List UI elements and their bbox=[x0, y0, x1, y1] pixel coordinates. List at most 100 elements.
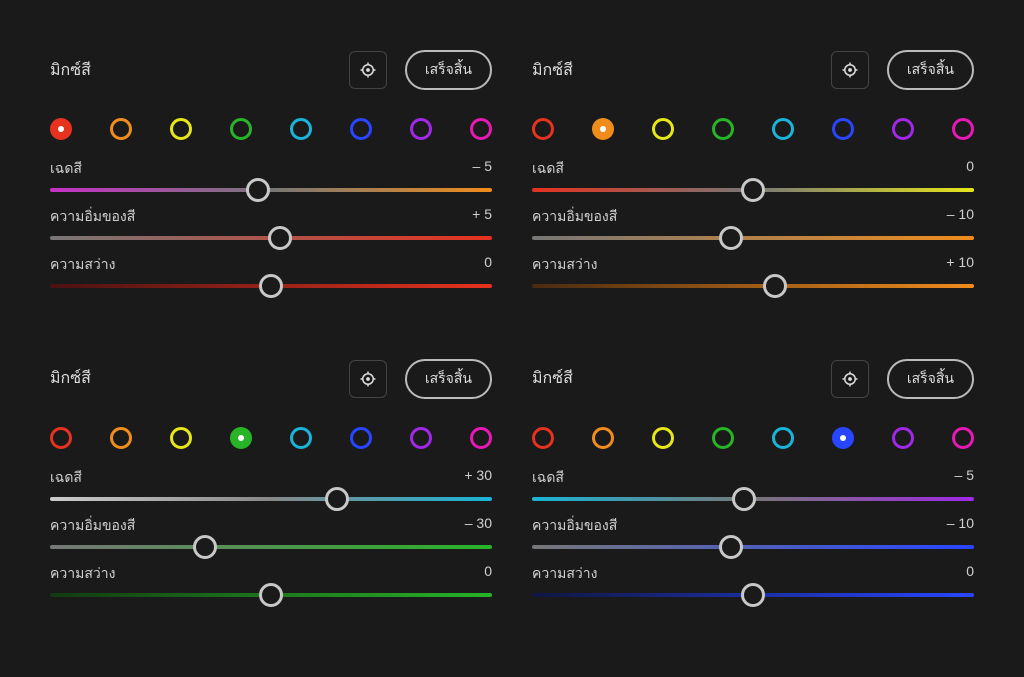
slider-value[interactable]: 0 bbox=[484, 254, 492, 276]
slider-label-row: เฉดสี0 bbox=[532, 158, 974, 180]
slider-thumb[interactable] bbox=[325, 487, 349, 511]
color-swatch[interactable] bbox=[170, 427, 192, 449]
color-swatch[interactable] bbox=[532, 118, 554, 140]
color-mixer-panel: มิกซ์สีเสร็จสิ้นเฉดสี– 5ความอิ่มของสี– 1… bbox=[512, 339, 994, 648]
slider-value[interactable]: + 30 bbox=[464, 467, 492, 489]
done-button[interactable]: เสร็จสิ้น bbox=[405, 50, 492, 90]
slider-value[interactable]: – 5 bbox=[955, 467, 974, 489]
slider-track-lum[interactable] bbox=[532, 593, 974, 597]
slider-value[interactable]: – 5 bbox=[473, 158, 492, 180]
panel-title: มิกซ์สี bbox=[532, 366, 573, 391]
color-swatch[interactable] bbox=[952, 118, 974, 140]
color-swatch[interactable] bbox=[952, 427, 974, 449]
slider-track-hue[interactable] bbox=[50, 188, 492, 192]
slider-thumb[interactable] bbox=[259, 274, 283, 298]
color-swatch[interactable] bbox=[772, 427, 794, 449]
slider-track-lum[interactable] bbox=[50, 593, 492, 597]
slider-thumb[interactable] bbox=[259, 583, 283, 607]
slider-thumb[interactable] bbox=[763, 274, 787, 298]
targeted-adjustment-button[interactable] bbox=[349, 51, 387, 89]
done-button[interactable]: เสร็จสิ้น bbox=[887, 359, 974, 399]
color-swatch[interactable] bbox=[290, 427, 312, 449]
slider-value[interactable]: + 10 bbox=[946, 254, 974, 276]
slider-label: ความสว่าง bbox=[50, 254, 115, 276]
slider-track-lum[interactable] bbox=[50, 284, 492, 288]
color-swatch[interactable] bbox=[230, 427, 252, 449]
color-swatch[interactable] bbox=[532, 427, 554, 449]
slider-row-sat: ความอิ่มของสี + 5 bbox=[50, 206, 492, 240]
slider-thumb[interactable] bbox=[268, 226, 292, 250]
targeted-adjustment-button[interactable] bbox=[831, 51, 869, 89]
color-swatch[interactable] bbox=[350, 118, 372, 140]
targeted-adjustment-button[interactable] bbox=[349, 360, 387, 398]
color-swatch[interactable] bbox=[110, 427, 132, 449]
slider-label: ความสว่าง bbox=[532, 563, 597, 585]
slider-label: ความอิ่มของสี bbox=[532, 206, 617, 228]
color-swatch[interactable] bbox=[592, 427, 614, 449]
slider-label: เฉดสี bbox=[50, 158, 82, 180]
color-swatch[interactable] bbox=[892, 118, 914, 140]
color-swatch[interactable] bbox=[170, 118, 192, 140]
slider-label: ความสว่าง bbox=[50, 563, 115, 585]
color-swatch[interactable] bbox=[712, 427, 734, 449]
slider-track-hue[interactable] bbox=[50, 497, 492, 501]
slider-value[interactable]: – 30 bbox=[465, 515, 492, 537]
slider-label: ความอิ่มของสี bbox=[50, 206, 135, 228]
slider-row-lum: ความสว่าง 0 bbox=[532, 563, 974, 597]
color-swatch[interactable] bbox=[712, 118, 734, 140]
slider-value[interactable]: + 5 bbox=[472, 206, 492, 228]
color-swatch[interactable] bbox=[470, 118, 492, 140]
color-swatch[interactable] bbox=[652, 118, 674, 140]
slider-track-hue[interactable] bbox=[532, 497, 974, 501]
slider-track-sat[interactable] bbox=[532, 236, 974, 240]
slider-value[interactable]: – 10 bbox=[947, 515, 974, 537]
slider-label-row: เฉดสี – 5 bbox=[50, 158, 492, 180]
color-swatch[interactable] bbox=[350, 427, 372, 449]
color-swatch[interactable] bbox=[50, 118, 72, 140]
color-swatch[interactable] bbox=[410, 118, 432, 140]
slider-thumb[interactable] bbox=[741, 178, 765, 202]
slider-label-row: เฉดสี+ 30 bbox=[50, 467, 492, 489]
color-swatch[interactable] bbox=[410, 427, 432, 449]
slider-value[interactable]: 0 bbox=[484, 563, 492, 585]
slider-thumb[interactable] bbox=[193, 535, 217, 559]
color-swatch[interactable] bbox=[772, 118, 794, 140]
slider-thumb[interactable] bbox=[246, 178, 270, 202]
slider-value[interactable]: 0 bbox=[966, 563, 974, 585]
targeted-adjustment-button[interactable] bbox=[831, 360, 869, 398]
target-icon bbox=[841, 370, 859, 388]
color-swatch[interactable] bbox=[652, 427, 674, 449]
slider-thumb[interactable] bbox=[719, 535, 743, 559]
slider-track-sat[interactable] bbox=[50, 236, 492, 240]
color-swatch[interactable] bbox=[832, 427, 854, 449]
color-swatch[interactable] bbox=[290, 118, 312, 140]
header-right: เสร็จสิ้น bbox=[831, 50, 974, 90]
target-icon bbox=[841, 61, 859, 79]
color-swatch[interactable] bbox=[832, 118, 854, 140]
slider-thumb[interactable] bbox=[719, 226, 743, 250]
color-swatch[interactable] bbox=[230, 118, 252, 140]
slider-track-lum[interactable] bbox=[532, 284, 974, 288]
slider-thumb[interactable] bbox=[732, 487, 756, 511]
slider-track-sat[interactable] bbox=[532, 545, 974, 549]
slider-row-sat: ความอิ่มของสี – 10 bbox=[532, 206, 974, 240]
slider-thumb[interactable] bbox=[741, 583, 765, 607]
color-swatch[interactable] bbox=[50, 427, 72, 449]
slider-label-row: ความอิ่มของสี – 10 bbox=[532, 206, 974, 228]
color-swatch[interactable] bbox=[592, 118, 614, 140]
slider-track-hue[interactable] bbox=[532, 188, 974, 192]
slider-row-lum: ความสว่าง 0 bbox=[50, 254, 492, 288]
color-swatch[interactable] bbox=[470, 427, 492, 449]
slider-value[interactable]: 0 bbox=[966, 158, 974, 180]
slider-label: ความอิ่มของสี bbox=[532, 515, 617, 537]
color-swatch[interactable] bbox=[110, 118, 132, 140]
slider-row-lum: ความสว่าง+ 10 bbox=[532, 254, 974, 288]
done-button[interactable]: เสร็จสิ้น bbox=[405, 359, 492, 399]
color-mixer-panel: มิกซ์สีเสร็จสิ้นเฉดสี– 5ความอิ่มของสี+ 5… bbox=[30, 30, 512, 339]
slider-track-sat[interactable] bbox=[50, 545, 492, 549]
slider-row-sat: ความอิ่มของสี – 10 bbox=[532, 515, 974, 549]
slider-row-hue: เฉดสี0 bbox=[532, 158, 974, 192]
slider-value[interactable]: – 10 bbox=[947, 206, 974, 228]
done-button[interactable]: เสร็จสิ้น bbox=[887, 50, 974, 90]
color-swatch[interactable] bbox=[892, 427, 914, 449]
